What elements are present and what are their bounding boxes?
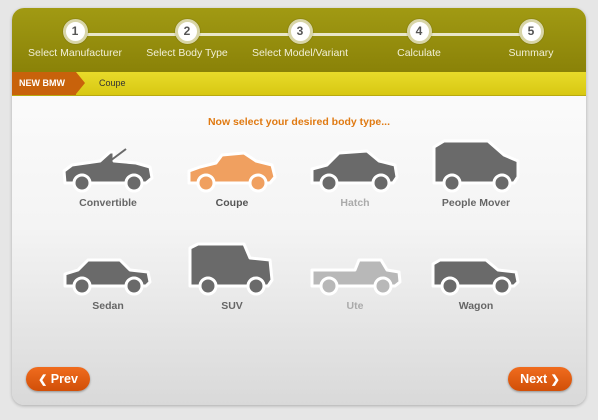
body-type-wagon-label: Wagon xyxy=(458,300,494,312)
step-5[interactable]: 5 Summary xyxy=(471,19,586,59)
step-1-label: Select Manufacturer xyxy=(28,47,122,59)
step-1[interactable]: 1 Select Manufacturer xyxy=(15,19,135,59)
coupe-car-icon xyxy=(187,151,277,193)
ute-car-icon xyxy=(310,258,402,296)
step-2-label: Select Body Type xyxy=(146,47,228,59)
body-type-people-mover-label: People Mover xyxy=(441,197,511,209)
body-type-suv-label: SUV xyxy=(221,300,243,312)
prev-button-label: Prev xyxy=(50,372,78,386)
prev-button[interactable]: ❮ Prev xyxy=(26,367,90,391)
next-button[interactable]: Next ❯ xyxy=(508,367,572,391)
body-type-hatch: Hatch xyxy=(300,143,410,211)
body-type-sedan[interactable]: Sedan xyxy=(53,246,163,314)
body-type-wizard: 1 Select Manufacturer 2 Select Body Type… xyxy=(12,8,586,405)
body-type-suv[interactable]: SUV xyxy=(177,240,287,312)
breadcrumb-body-type: Coupe xyxy=(99,78,126,88)
body-type-coupe-label: Coupe xyxy=(215,197,249,209)
step-1-number: 1 xyxy=(62,19,88,44)
step-3[interactable]: 3 Select Model/Variant xyxy=(240,19,360,59)
step-3-number: 3 xyxy=(287,19,313,44)
step-3-label: Select Model/Variant xyxy=(251,47,349,59)
instruction-text: Now select your desired body type... xyxy=(207,116,391,128)
chevron-right-icon: ❯ xyxy=(550,374,560,386)
step-progress-bar: 1 Select Manufacturer 2 Select Body Type… xyxy=(12,8,586,72)
sedan-car-icon xyxy=(63,258,152,296)
next-button-label: Next xyxy=(520,372,548,386)
breadcrumb: NEW BMW Coupe xyxy=(12,72,586,96)
body-type-wagon[interactable]: Wagon xyxy=(421,246,531,314)
body-type-ute: Ute xyxy=(300,246,410,314)
breadcrumb-arrow-icon xyxy=(76,72,85,94)
body-type-convertible[interactable]: Convertible xyxy=(53,143,163,211)
body-type-ute-label: Ute xyxy=(346,300,364,312)
suv-car-icon xyxy=(188,242,274,296)
people-mover-car-icon xyxy=(432,139,520,193)
step-2-number: 2 xyxy=(174,19,200,44)
step-2[interactable]: 2 Select Body Type xyxy=(127,19,247,59)
convertible-car-icon xyxy=(62,148,154,193)
body-type-coupe[interactable]: Coupe xyxy=(177,143,287,211)
step-4-number: 4 xyxy=(406,19,432,44)
step-4-label: Calculate xyxy=(397,47,441,59)
body-type-sedan-label: Sedan xyxy=(92,300,124,312)
chevron-left-icon: ❮ xyxy=(38,374,48,386)
step-4[interactable]: 4 Calculate xyxy=(359,19,479,59)
step-5-label: Summary xyxy=(508,47,554,59)
breadcrumb-manufacturer[interactable]: NEW BMW xyxy=(12,72,76,95)
body-type-convertible-label: Convertible xyxy=(79,197,137,209)
hatch-car-icon xyxy=(310,149,399,193)
step-5-number: 5 xyxy=(518,19,544,44)
wagon-car-icon xyxy=(431,258,520,296)
body-type-people-mover[interactable]: People Mover xyxy=(421,137,531,209)
body-type-hatch-label: Hatch xyxy=(340,197,370,209)
